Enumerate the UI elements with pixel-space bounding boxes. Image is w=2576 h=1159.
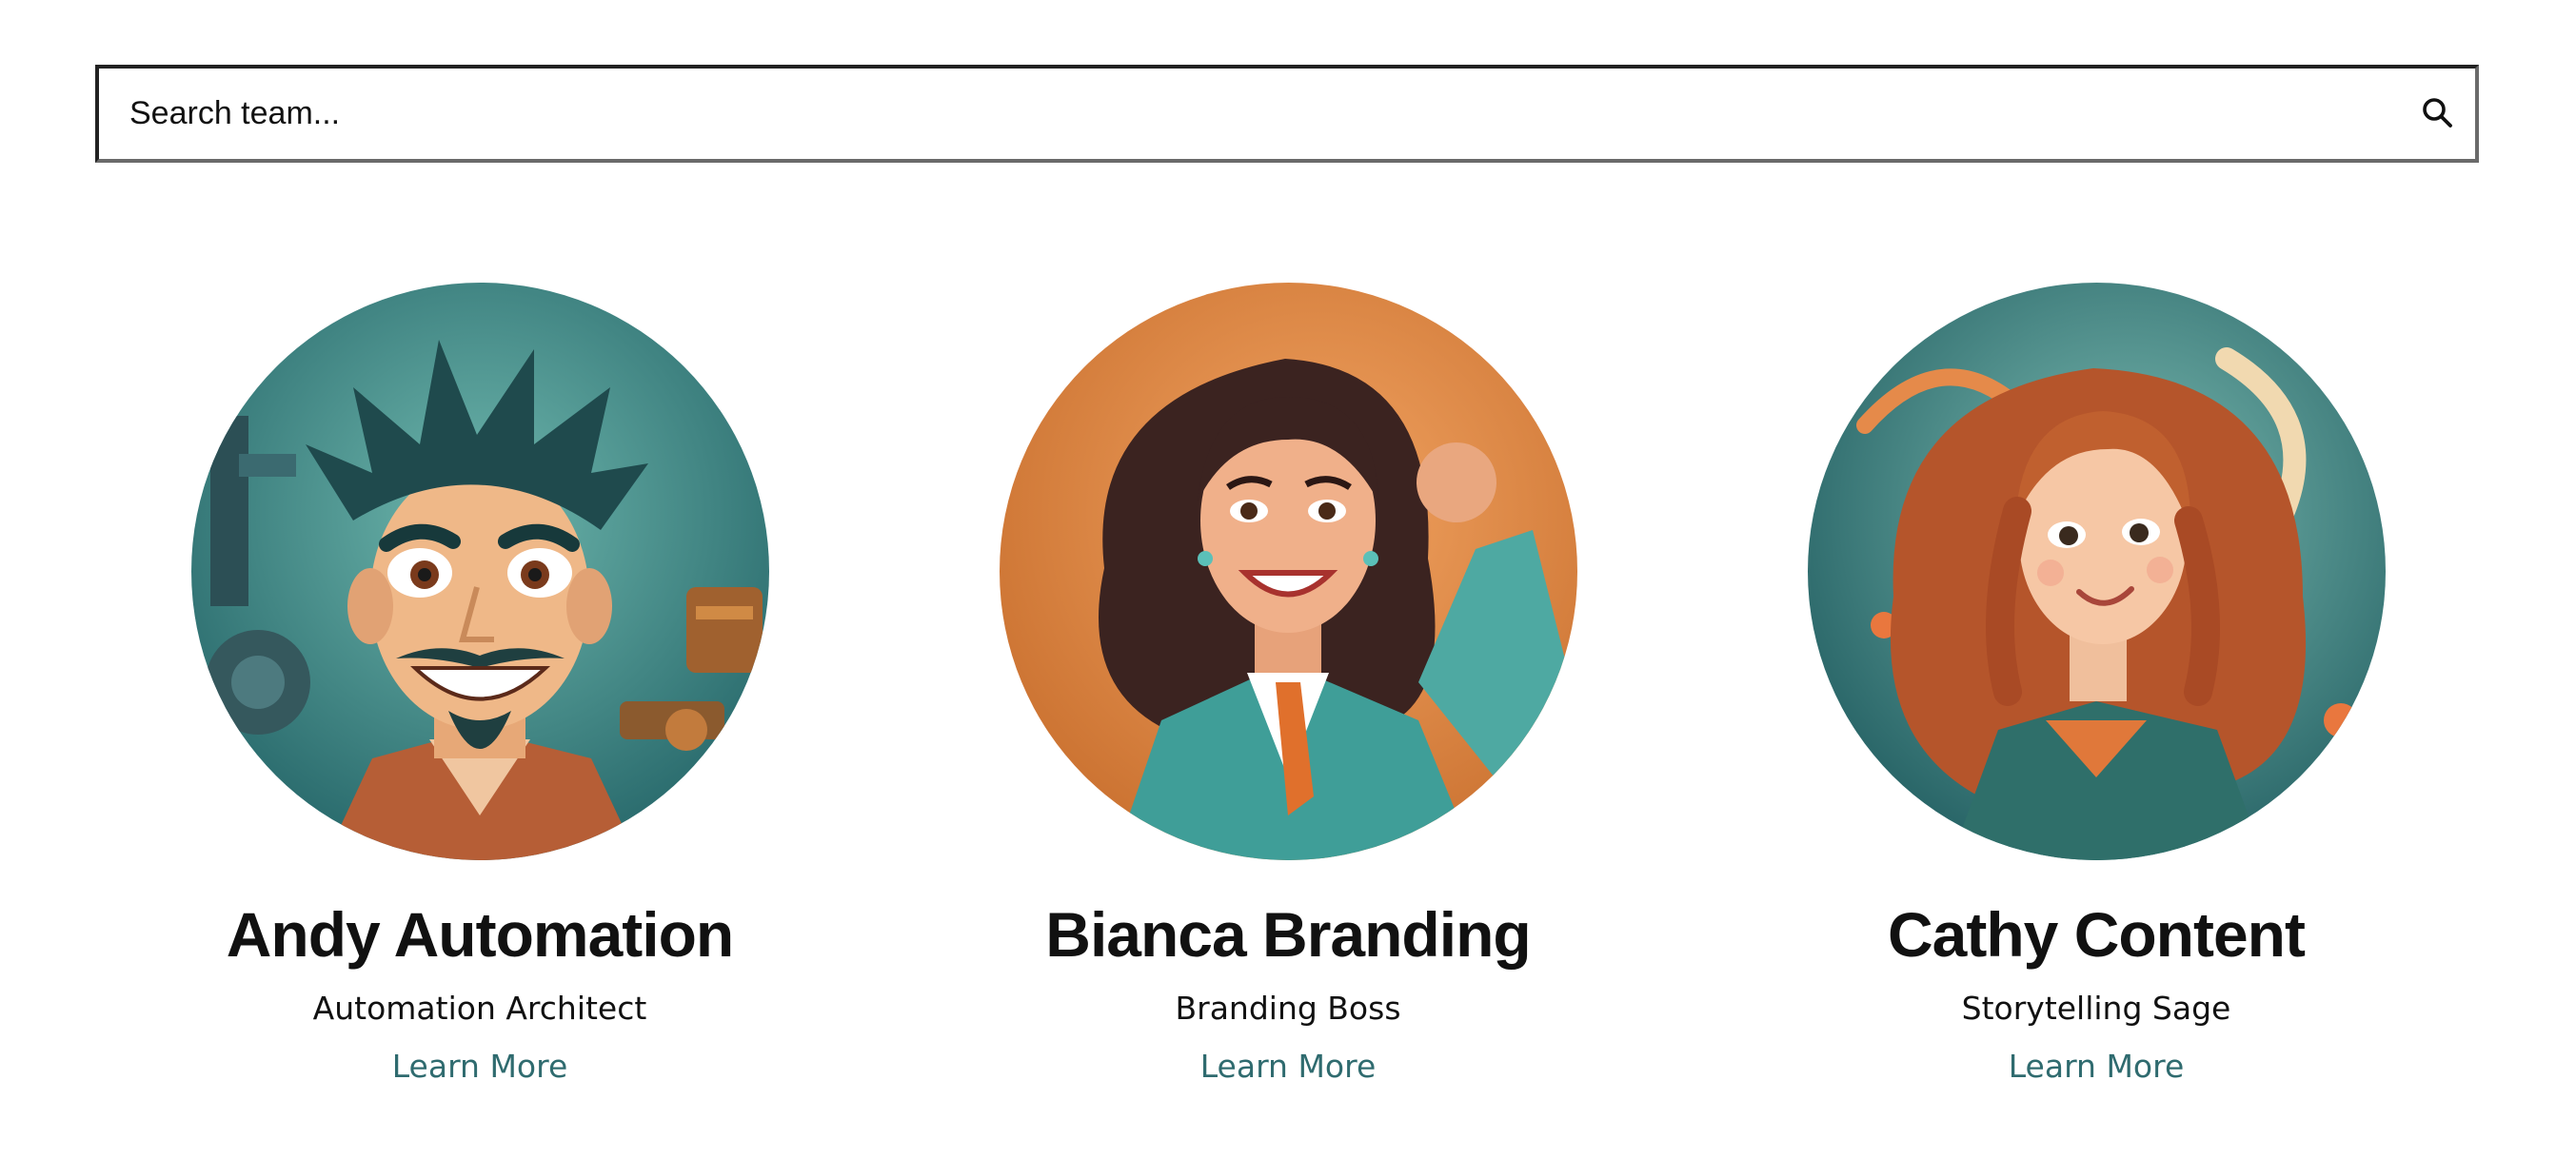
- avatar[interactable]: [999, 283, 1577, 860]
- learn-more-link[interactable]: Learn More: [2009, 1051, 2185, 1082]
- member-role: Storytelling Sage: [1961, 990, 2231, 1027]
- avatar[interactable]: [190, 283, 769, 860]
- search-bar: [95, 65, 2479, 163]
- team-member-card: Andy Automation Automation Architect Lea…: [75, 283, 884, 1082]
- member-name: Bianca Branding: [1045, 899, 1531, 970]
- member-role: Automation Architect: [312, 990, 647, 1027]
- member-role: Branding Boss: [1175, 990, 1401, 1027]
- learn-more-link[interactable]: Learn More: [1200, 1051, 1377, 1082]
- avatar[interactable]: [1807, 283, 2386, 860]
- learn-more-link[interactable]: Learn More: [392, 1051, 568, 1082]
- member-name: Cathy Content: [1888, 899, 2306, 970]
- search-button[interactable]: [2399, 69, 2475, 159]
- member-name: Andy Automation: [226, 899, 734, 970]
- team-member-card: Bianca Branding Branding Boss Learn More: [883, 283, 1693, 1082]
- search-icon: [2420, 95, 2454, 132]
- search-input[interactable]: [99, 69, 2399, 159]
- team-member-card: Cathy Content Storytelling Sage Learn Mo…: [1692, 283, 2501, 1082]
